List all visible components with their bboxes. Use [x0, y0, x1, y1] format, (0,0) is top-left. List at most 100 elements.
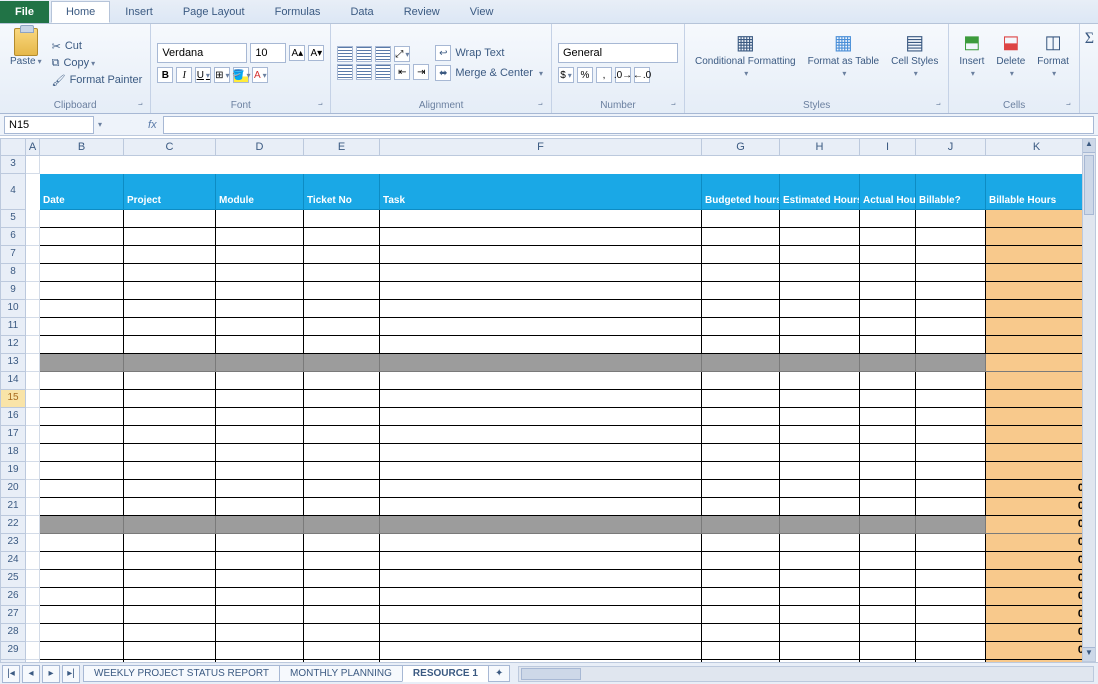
cell-J13[interactable] — [916, 354, 986, 372]
cell-E14[interactable] — [304, 372, 380, 390]
cell-F5[interactable] — [380, 210, 702, 228]
cell-A29[interactable] — [26, 642, 40, 660]
cell-B14[interactable] — [40, 372, 124, 390]
cell-E3[interactable] — [304, 156, 380, 174]
cell-E13[interactable] — [304, 354, 380, 372]
cell-D9[interactable] — [216, 282, 304, 300]
cell-H6[interactable] — [780, 228, 860, 246]
cell-E6[interactable] — [304, 228, 380, 246]
cell-E11[interactable] — [304, 318, 380, 336]
new-sheet-button[interactable]: ✦ — [488, 665, 510, 682]
cell-H9[interactable] — [780, 282, 860, 300]
cell-C13[interactable] — [124, 354, 216, 372]
cell-K4[interactable]: Billable Hours — [986, 174, 1088, 210]
cell-C22[interactable] — [124, 516, 216, 534]
increase-decimal-button[interactable]: .0→ — [615, 67, 631, 83]
cell-B20[interactable] — [40, 480, 124, 498]
cell-J14[interactable] — [916, 372, 986, 390]
cell-D18[interactable] — [216, 444, 304, 462]
sheet-nav-2[interactable]: ▸ — [42, 665, 60, 683]
row-header-17[interactable]: 17 — [0, 426, 26, 444]
cell-C19[interactable] — [124, 462, 216, 480]
cell-B4[interactable]: Date — [40, 174, 124, 210]
cell-H14[interactable] — [780, 372, 860, 390]
cell-A7[interactable] — [26, 246, 40, 264]
increase-indent-button[interactable]: ⇥ — [413, 64, 429, 80]
cell-I6[interactable] — [860, 228, 916, 246]
cell-A25[interactable] — [26, 570, 40, 588]
cell-C7[interactable] — [124, 246, 216, 264]
cell-H3[interactable] — [780, 156, 860, 174]
cell-B6[interactable] — [40, 228, 124, 246]
tab-file[interactable]: File — [0, 1, 49, 23]
col-header-G[interactable]: G — [702, 138, 780, 156]
cell-F25[interactable] — [380, 570, 702, 588]
cell-K25[interactable]: 0 — [986, 570, 1088, 588]
cell-F20[interactable] — [380, 480, 702, 498]
cell-E28[interactable] — [304, 624, 380, 642]
sheet-tab-resource-1[interactable]: RESOURCE 1 — [402, 665, 489, 682]
formula-input[interactable] — [163, 116, 1094, 134]
fx-icon[interactable]: fx — [148, 119, 157, 131]
cell-J23[interactable] — [916, 534, 986, 552]
cell-B10[interactable] — [40, 300, 124, 318]
cell-C11[interactable] — [124, 318, 216, 336]
cell-B8[interactable] — [40, 264, 124, 282]
cell-E25[interactable] — [304, 570, 380, 588]
cell-E16[interactable] — [304, 408, 380, 426]
cell-I21[interactable] — [860, 498, 916, 516]
cell-E27[interactable] — [304, 606, 380, 624]
cell-G22[interactable] — [702, 516, 780, 534]
cell-K18[interactable] — [986, 444, 1088, 462]
fill-color-button[interactable]: 🪣 — [233, 67, 249, 83]
cell-K11[interactable] — [986, 318, 1088, 336]
cell-J5[interactable] — [916, 210, 986, 228]
cell-A4[interactable] — [26, 174, 40, 210]
cell-G9[interactable] — [702, 282, 780, 300]
cell-E29[interactable] — [304, 642, 380, 660]
cell-J25[interactable] — [916, 570, 986, 588]
cell-I11[interactable] — [860, 318, 916, 336]
cell-C14[interactable] — [124, 372, 216, 390]
currency-button[interactable]: $ — [558, 67, 574, 83]
cell-K12[interactable] — [986, 336, 1088, 354]
col-header-F[interactable]: F — [380, 138, 702, 156]
cell-F8[interactable] — [380, 264, 702, 282]
cell-I9[interactable] — [860, 282, 916, 300]
cell-E18[interactable] — [304, 444, 380, 462]
cell-F18[interactable] — [380, 444, 702, 462]
cell-J4[interactable]: Billable? — [916, 174, 986, 210]
cell-J28[interactable] — [916, 624, 986, 642]
cell-A17[interactable] — [26, 426, 40, 444]
cell-D10[interactable] — [216, 300, 304, 318]
cell-F4[interactable]: Task — [380, 174, 702, 210]
font-size-combo[interactable] — [250, 43, 286, 63]
cell-I20[interactable] — [860, 480, 916, 498]
cell-E22[interactable] — [304, 516, 380, 534]
cell-C16[interactable] — [124, 408, 216, 426]
cell-D3[interactable] — [216, 156, 304, 174]
cell-E8[interactable] — [304, 264, 380, 282]
cell-H25[interactable] — [780, 570, 860, 588]
row-header-22[interactable]: 22 — [0, 516, 26, 534]
underline-button[interactable]: U — [195, 67, 211, 83]
cell-G25[interactable] — [702, 570, 780, 588]
cell-D29[interactable] — [216, 642, 304, 660]
cell-A14[interactable] — [26, 372, 40, 390]
cell-B28[interactable] — [40, 624, 124, 642]
cell-D22[interactable] — [216, 516, 304, 534]
cell-I15[interactable] — [860, 390, 916, 408]
cell-G26[interactable] — [702, 588, 780, 606]
cut-button[interactable]: Cut — [50, 39, 145, 54]
vertical-scrollbar[interactable]: ▲ ▼ — [1082, 138, 1096, 662]
cell-I12[interactable] — [860, 336, 916, 354]
cell-E9[interactable] — [304, 282, 380, 300]
cell-H23[interactable] — [780, 534, 860, 552]
format-painter-button[interactable]: Format Painter — [50, 73, 145, 88]
cell-F22[interactable] — [380, 516, 702, 534]
italic-button[interactable]: I — [176, 67, 192, 83]
cell-I25[interactable] — [860, 570, 916, 588]
cell-I13[interactable] — [860, 354, 916, 372]
cell-A23[interactable] — [26, 534, 40, 552]
cell-K3[interactable] — [986, 156, 1088, 174]
